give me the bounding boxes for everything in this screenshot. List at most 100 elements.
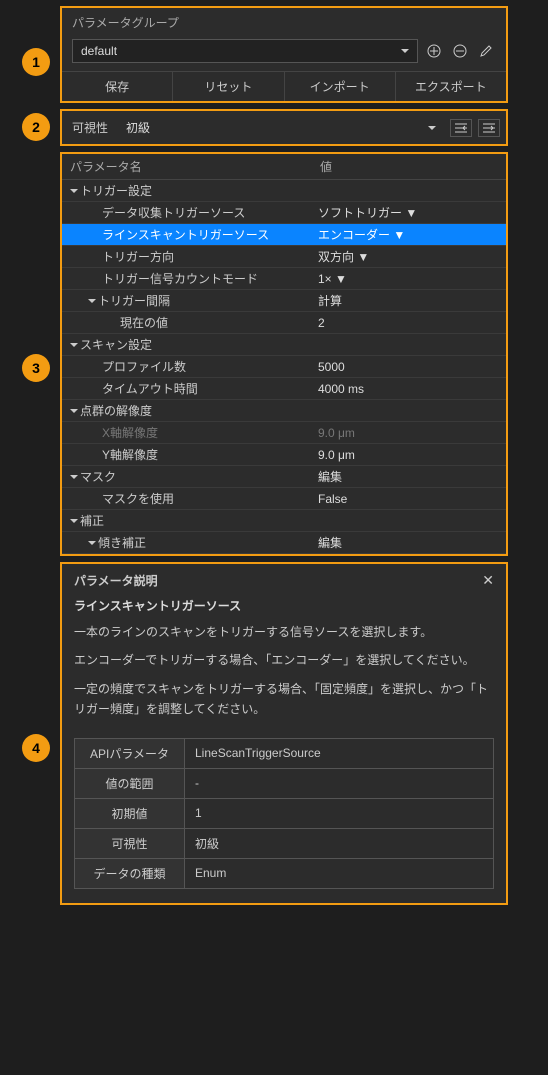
parameter-value[interactable]: False bbox=[312, 492, 506, 506]
description-title: パラメータ説明 bbox=[74, 572, 158, 589]
visibility-label: 可視性 bbox=[68, 119, 112, 136]
parameter-name: マスクを使用 bbox=[102, 490, 174, 507]
parameter-row[interactable]: データ収集トリガーソースソフトトリガー ▼ bbox=[62, 202, 506, 224]
parameter-value[interactable]: 編集 bbox=[312, 468, 506, 485]
parameter-name-cell: X軸解像度 bbox=[62, 424, 312, 441]
parameter-name-cell: Y軸解像度 bbox=[62, 446, 312, 463]
info-val: - bbox=[185, 768, 494, 798]
parameter-value[interactable]: ソフトトリガー ▼ bbox=[312, 204, 506, 221]
parameter-value[interactable]: 9.0 μm bbox=[312, 448, 506, 462]
parameter-row[interactable]: X軸解像度 9.0 μm bbox=[62, 422, 506, 444]
parameter-value[interactable]: 編集 bbox=[312, 534, 506, 551]
parameter-name-cell: マスク bbox=[62, 468, 312, 485]
parameter-value[interactable]: 4000 ms bbox=[312, 382, 506, 396]
parameter-name: プロファイル数 bbox=[102, 358, 186, 375]
import-button[interactable]: インポート bbox=[285, 72, 396, 101]
expand-all-button[interactable] bbox=[478, 119, 500, 137]
parameter-value[interactable]: エンコーダー ▼ bbox=[312, 226, 506, 243]
info-key: データの種類 bbox=[75, 858, 185, 888]
info-val: LineScanTriggerSource bbox=[185, 738, 494, 768]
parameter-row[interactable]: マスク 編集 bbox=[62, 466, 506, 488]
chevron-down-icon bbox=[401, 44, 409, 58]
column-header-name: パラメータ名 bbox=[70, 158, 320, 175]
description-info-table: APIパラメータLineScanTriggerSource 値の範囲- 初期値1… bbox=[74, 738, 494, 889]
table-row: APIパラメータLineScanTriggerSource bbox=[75, 738, 494, 768]
section-badge-1: 1 bbox=[22, 48, 50, 76]
info-key: 可視性 bbox=[75, 828, 185, 858]
reset-button[interactable]: リセット bbox=[173, 72, 284, 101]
param-group-select[interactable]: default bbox=[72, 39, 418, 63]
plus-circle-icon bbox=[427, 44, 441, 58]
parameter-row[interactable]: 点群の解像度 bbox=[62, 400, 506, 422]
parameter-name: X軸解像度 bbox=[102, 424, 158, 441]
collapse-all-button[interactable] bbox=[450, 119, 472, 137]
parameter-name: 補正 bbox=[80, 512, 104, 529]
export-button[interactable]: エクスポート bbox=[396, 72, 506, 101]
add-group-button[interactable] bbox=[424, 41, 444, 61]
triangle-down-icon[interactable] bbox=[88, 536, 98, 550]
info-val: 1 bbox=[185, 798, 494, 828]
parameter-name-cell: 現在の値 bbox=[62, 314, 312, 331]
parameter-row[interactable]: トリガー信号カウントモード1× ▼ bbox=[62, 268, 506, 290]
triangle-down-icon[interactable] bbox=[70, 338, 80, 352]
parameter-name-cell: トリガー方向 bbox=[62, 248, 312, 265]
parameter-row[interactable]: 現在の値 2 bbox=[62, 312, 506, 334]
parameter-row[interactable]: Y軸解像度 9.0 μm bbox=[62, 444, 506, 466]
parameter-name-cell: トリガー間隔 bbox=[62, 292, 312, 309]
param-group-label: パラメータグループ bbox=[62, 8, 506, 35]
parameter-row[interactable]: プロファイル数 5000 bbox=[62, 356, 506, 378]
parameter-row[interactable]: ラインスキャントリガーソース エンコーダー ▼ bbox=[62, 224, 506, 246]
parameter-name: マスク bbox=[80, 468, 116, 485]
parameter-row[interactable]: トリガー方向 双方向 ▼ bbox=[62, 246, 506, 268]
parameter-name-cell: トリガー設定 bbox=[62, 182, 312, 199]
close-button[interactable]: ✕ bbox=[482, 572, 494, 589]
info-val: 初級 bbox=[185, 828, 494, 858]
section-badge-2: 2 bbox=[22, 113, 50, 141]
triangle-down-icon[interactable] bbox=[70, 514, 80, 528]
triangle-down-icon[interactable] bbox=[70, 404, 80, 418]
parameter-row[interactable]: マスクを使用 False bbox=[62, 488, 506, 510]
parameter-name: 現在の値 bbox=[120, 314, 168, 331]
parameter-name: Y軸解像度 bbox=[102, 446, 158, 463]
parameter-value[interactable]: 双方向 ▼ bbox=[312, 248, 506, 265]
minus-circle-icon bbox=[453, 44, 467, 58]
parameter-name-cell: ラインスキャントリガーソース bbox=[62, 226, 312, 243]
table-row: 値の範囲- bbox=[75, 768, 494, 798]
parameter-value[interactable]: 計算 bbox=[312, 292, 506, 309]
parameter-row[interactable]: スキャン設定 bbox=[62, 334, 506, 356]
info-key: 値の範囲 bbox=[75, 768, 185, 798]
parameter-row[interactable]: 傾き補正編集 bbox=[62, 532, 506, 554]
parameter-name-cell: 補正 bbox=[62, 512, 312, 529]
description-body: 一本のラインのスキャンをトリガーする信号ソースを選択します。 エンコーダーでトリ… bbox=[74, 622, 494, 738]
parameter-value[interactable]: 5000 bbox=[312, 360, 506, 374]
parameter-row[interactable]: タイムアウト時間4000 ms bbox=[62, 378, 506, 400]
description-para: エンコーダーでトリガーする場合、「エンコーダー」を選択してください。 bbox=[74, 650, 494, 670]
parameter-value[interactable]: 9.0 μm bbox=[312, 426, 506, 440]
parameter-name: トリガー間隔 bbox=[98, 292, 170, 309]
collapse-icon bbox=[455, 123, 467, 133]
parameter-row[interactable]: トリガー間隔 計算 bbox=[62, 290, 506, 312]
expand-icon bbox=[483, 123, 495, 133]
pencil-icon bbox=[479, 44, 493, 58]
description-para: 一本のラインのスキャンをトリガーする信号ソースを選択します。 bbox=[74, 622, 494, 642]
triangle-down-icon[interactable] bbox=[88, 294, 98, 308]
parameter-name: ラインスキャントリガーソース bbox=[102, 226, 269, 243]
table-row: 初期値1 bbox=[75, 798, 494, 828]
parameter-value[interactable]: 2 bbox=[312, 316, 506, 330]
param-group-selected: default bbox=[81, 44, 117, 58]
parameter-name-cell: スキャン設定 bbox=[62, 336, 312, 353]
triangle-down-icon[interactable] bbox=[70, 184, 80, 198]
visibility-select[interactable]: 初級 bbox=[118, 115, 444, 140]
remove-group-button[interactable] bbox=[450, 41, 470, 61]
close-icon: ✕ bbox=[482, 572, 494, 588]
column-header-value: 値 bbox=[320, 158, 332, 175]
save-button[interactable]: 保存 bbox=[62, 72, 173, 101]
edit-group-button[interactable] bbox=[476, 41, 496, 61]
parameter-name-cell: 点群の解像度 bbox=[62, 402, 312, 419]
parameter-row[interactable]: トリガー設定 bbox=[62, 180, 506, 202]
parameter-row[interactable]: 補正 bbox=[62, 510, 506, 532]
table-row: 可視性初級 bbox=[75, 828, 494, 858]
parameter-name: トリガー方向 bbox=[102, 248, 174, 265]
triangle-down-icon[interactable] bbox=[70, 470, 80, 484]
parameter-value[interactable]: 1× ▼ bbox=[312, 272, 506, 286]
